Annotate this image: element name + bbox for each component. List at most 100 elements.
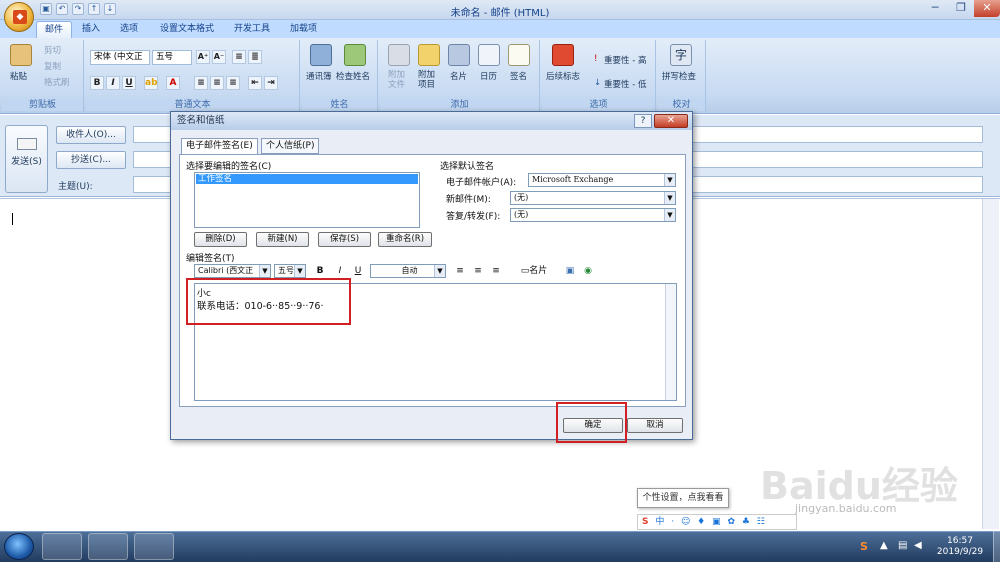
group-names: 通讯簿 检查姓名 姓名 xyxy=(302,40,378,112)
align-left-icon[interactable]: ≡ xyxy=(194,76,208,90)
format-painter-button[interactable]: 格式刷 xyxy=(44,76,70,88)
sig-align-center-icon[interactable]: ≡ xyxy=(472,265,484,278)
tab-personal-stationery[interactable]: 个人信纸(P) xyxy=(261,138,320,154)
spelling-label[interactable]: 拼写检查 xyxy=(662,70,696,82)
office-button[interactable]: ◆ xyxy=(4,2,34,32)
insert-picture-icon[interactable]: ▣ xyxy=(564,265,576,278)
outdent-icon[interactable]: ⇥ xyxy=(264,76,278,90)
attach-file-label[interactable]: 附加 文件 xyxy=(388,70,405,90)
tray-sogou-icon[interactable]: S xyxy=(860,540,868,553)
calendar-label[interactable]: 日历 xyxy=(480,70,497,82)
signature-list-item[interactable]: 工作签名 xyxy=(196,174,418,184)
tray-volume-icon[interactable]: ◀ xyxy=(914,540,922,551)
clock[interactable]: 16:57 2019/9/29 xyxy=(930,536,990,558)
dialog-close-button[interactable]: ✕ xyxy=(654,114,688,128)
delete-button[interactable]: 删除(D) xyxy=(194,232,247,247)
underline-icon[interactable]: U xyxy=(122,76,136,90)
follow-up-flag-icon[interactable] xyxy=(552,44,574,66)
new-button[interactable]: 新建(N) xyxy=(256,232,309,247)
shrink-font-icon[interactable]: A⁻ xyxy=(212,50,226,64)
sig-italic-icon[interactable]: I xyxy=(334,265,346,278)
tray-network-icon[interactable]: ▤ xyxy=(898,540,907,551)
new-message-combo[interactable]: (无) ▼ xyxy=(510,191,676,205)
paste-icon[interactable] xyxy=(10,44,32,66)
signature-label[interactable]: 签名 xyxy=(510,70,527,82)
account-combo[interactable]: Microsoft Exchange ▼ xyxy=(528,173,676,187)
paste-label[interactable]: 粘贴 xyxy=(10,70,27,82)
ime-toolbar[interactable]: S 中 · ☺ ♦ ▣ ✿ ♣ ☷ xyxy=(637,514,797,530)
group-label-include: 添加 xyxy=(380,99,539,111)
attach-file-icon[interactable] xyxy=(388,44,410,66)
save-button[interactable]: 保存(S) xyxy=(318,232,371,247)
tab-developer[interactable]: 开发工具 xyxy=(226,21,278,38)
rename-button[interactable]: 重命名(R) xyxy=(378,232,432,247)
spelling-icon[interactable]: 字 xyxy=(670,44,692,66)
italic-icon[interactable]: I xyxy=(106,76,120,90)
body-scrollbar[interactable] xyxy=(982,199,999,529)
ime-status: 中 · ☺ ♦ ▣ ✿ ♣ ☷ xyxy=(655,517,767,527)
signature-icon[interactable] xyxy=(508,44,530,66)
sogou-s-icon[interactable]: S xyxy=(642,517,650,527)
tray-up-icon[interactable]: ▲ xyxy=(880,540,888,551)
sig-align-right-icon[interactable]: ≡ xyxy=(490,265,502,278)
attach-item-icon[interactable] xyxy=(418,44,440,66)
show-desktop-button[interactable] xyxy=(993,531,1000,562)
bold-icon[interactable]: B xyxy=(90,76,104,90)
taskbar-paint-icon[interactable] xyxy=(134,533,174,560)
highlight-icon[interactable]: ab xyxy=(144,76,158,90)
follow-up-label[interactable]: 后续标志 xyxy=(546,70,580,82)
copy-button[interactable]: 复制 xyxy=(44,60,61,72)
sig-size-combo[interactable]: 五号 ▼ xyxy=(274,264,306,278)
group-basic-text: 宋体 (中文正 五号 A⁺ A⁻ ≡ ≣ B I U ab A ≡ ≡ ≡ ⇤ … xyxy=(86,40,300,112)
sig-color-combo[interactable]: 自动 ▼ xyxy=(370,264,446,278)
align-right-icon[interactable]: ≡ xyxy=(226,76,240,90)
to-button[interactable]: 收件人(O)... xyxy=(56,126,126,144)
tab-add-ins[interactable]: 加载项 xyxy=(282,21,325,38)
tab-message[interactable]: 邮件 xyxy=(36,21,73,38)
attach-item-label[interactable]: 附加 项目 xyxy=(418,70,435,90)
align-center-icon[interactable]: ≡ xyxy=(210,76,224,90)
reply-forward-combo[interactable]: (无) ▼ xyxy=(510,208,676,222)
low-importance-button[interactable]: 重要性 - 低 xyxy=(604,78,646,90)
address-book-icon[interactable] xyxy=(310,44,332,66)
business-card-label[interactable]: 名片 xyxy=(450,70,467,82)
bullets-icon[interactable]: ≡ xyxy=(232,50,246,64)
sig-underline-icon[interactable]: U xyxy=(352,265,364,278)
cc-button[interactable]: 抄送(C)... xyxy=(56,151,126,169)
insert-hyperlink-icon[interactable]: ◉ xyxy=(582,265,594,278)
sig-bold-icon[interactable]: B xyxy=(314,265,326,278)
minimize-button[interactable]: ─ xyxy=(922,0,948,17)
font-color-icon[interactable]: A xyxy=(166,76,180,90)
numbering-icon[interactable]: ≣ xyxy=(248,50,262,64)
help-button[interactable]: ? xyxy=(634,114,652,128)
cut-button[interactable]: 剪切 xyxy=(44,44,61,56)
taskbar-outlook-icon[interactable] xyxy=(42,533,82,560)
sig-align-left-icon[interactable]: ≡ xyxy=(454,265,466,278)
tab-options[interactable]: 选项 xyxy=(112,21,146,38)
address-book-label[interactable]: 通讯簿 xyxy=(306,70,332,82)
tab-email-signature[interactable]: 电子邮件签名(E) xyxy=(181,138,258,155)
size-combo[interactable]: 五号 xyxy=(152,50,192,65)
taskbar-explorer-icon[interactable] xyxy=(88,533,128,560)
check-names-icon[interactable] xyxy=(344,44,366,66)
business-card-icon[interactable] xyxy=(448,44,470,66)
grow-font-icon[interactable]: A⁺ xyxy=(196,50,210,64)
signature-list[interactable]: 工作签名 xyxy=(194,172,420,228)
font-combo[interactable]: 宋体 (中文正 xyxy=(90,50,150,65)
maximize-button[interactable]: ❐ xyxy=(948,0,974,17)
start-button[interactable] xyxy=(4,533,34,560)
sig-font-combo[interactable]: Calibri (西文正 ▼ xyxy=(194,264,271,278)
calendar-icon[interactable] xyxy=(478,44,500,66)
tab-format-text[interactable]: 设置文本格式 xyxy=(152,21,222,38)
tab-insert[interactable]: 插入 xyxy=(74,21,108,38)
check-names-label[interactable]: 检查姓名 xyxy=(336,70,370,82)
envelope-icon xyxy=(16,138,37,150)
indent-icon[interactable]: ⇤ xyxy=(248,76,262,90)
cancel-button[interactable]: 取消 xyxy=(627,418,683,433)
close-window-button[interactable]: ✕ xyxy=(974,0,1000,17)
high-importance-button[interactable]: 重要性 - 高 xyxy=(604,54,646,66)
send-button[interactable]: 发送(S) xyxy=(5,125,48,193)
clock-time: 16:57 xyxy=(947,536,973,546)
sig-business-card-button[interactable]: ▭名片 xyxy=(516,265,552,278)
editor-scrollbar[interactable] xyxy=(665,284,676,400)
